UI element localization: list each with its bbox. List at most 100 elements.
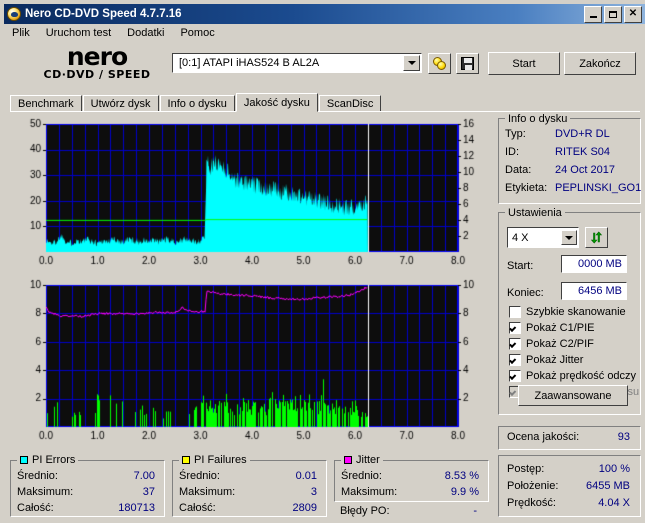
pi-failures-jitter-chart[interactable]	[10, 279, 492, 451]
disc-info-panel: Info o dysku Typ: DVD+R DL ID: RITEK S04…	[498, 113, 641, 204]
nero-logo: nero CD·DVD ∕ SPEED	[32, 44, 162, 85]
checkbox-pokaz-predkosc-odczytu[interactable]: Pokaż prędkość odczy	[509, 370, 636, 382]
jitter-avg-value: 8.53 %	[444, 470, 479, 482]
menu-item-dodatki[interactable]: Dodatki	[119, 26, 172, 40]
jitter-max-label: Maksimum:	[341, 486, 398, 498]
disc-date-value: 24 Oct 2017	[555, 164, 615, 176]
settings-caption: Ustawienia	[505, 207, 565, 219]
pi-errors-stats-panel: PI Errors Średnio: 7.00 Maksimum: 37 Cał…	[10, 454, 165, 517]
checkbox-label: Szybkie skanowanie	[526, 306, 626, 318]
pi-errors-chart[interactable]	[10, 116, 492, 274]
po-errors-row: Błędy PO: -	[340, 505, 485, 517]
pi-errors-max-label: Maksimum:	[17, 486, 74, 498]
position-label: Położenie:	[507, 480, 559, 492]
disc-label-label: Etykieta:	[505, 182, 548, 194]
tab-jakosc-dysku[interactable]: Jakość dysku	[235, 93, 318, 112]
checkbox-pokaz-c1-pie[interactable]: Pokaż C1/PIE	[509, 322, 594, 334]
pi-failures-caption: PI Failures	[194, 454, 247, 466]
speed-select-value: 4 X	[512, 231, 529, 244]
app-window: Nero CD-DVD Speed 4.7.7.16 ✕ Plik Urucho…	[0, 0, 645, 523]
checkbox-box	[509, 338, 521, 350]
tab-utworz-dysk[interactable]: Utwórz dysk	[82, 95, 159, 112]
jitter-avg-label: Średnio:	[341, 470, 382, 482]
end-label: Koniec:	[507, 287, 544, 299]
pi-failures-total-label: Całość:	[179, 502, 216, 514]
position-value: 6455 MB	[585, 480, 630, 492]
minimize-button[interactable]	[584, 5, 602, 23]
checkbox-box	[509, 370, 521, 382]
save-button[interactable]	[456, 53, 479, 74]
disc-id-value: RITEK S04	[555, 146, 611, 158]
charts-area	[10, 116, 492, 451]
end-field[interactable]: 6456 MB	[561, 282, 627, 300]
settings-panel: Ustawienia 4 X Start: 0000 MB Koniec: 64…	[498, 207, 641, 415]
disc-type-value: DVD+R DL	[555, 128, 610, 140]
drive-select-value: [0:1] ATAPI iHAS524 B AL2A	[179, 57, 320, 69]
chevron-down-icon[interactable]	[403, 55, 420, 71]
chevron-down-icon[interactable]	[561, 230, 577, 245]
checkbox-label: Pokaż C1/PIE	[526, 322, 595, 334]
window-controls: ✕	[584, 5, 642, 23]
disc-button[interactable]	[428, 53, 451, 74]
checkbox-pokaz-jitter[interactable]: Pokaż Jitter	[509, 354, 583, 366]
pi-errors-avg-label: Średnio:	[17, 470, 58, 482]
checkbox-pokaz-c2-pif[interactable]: Pokaż C2/PIF	[509, 338, 594, 350]
floppy-save-icon	[461, 57, 474, 70]
start-button[interactable]: Start	[488, 52, 560, 75]
pi-failures-color-swatch	[182, 456, 190, 464]
jitter-caption-wrap: Jitter	[341, 454, 383, 466]
close-button[interactable]: ✕	[624, 5, 642, 23]
disc-id-label: ID:	[505, 146, 520, 158]
quality-score-label: Ocena jakości:	[507, 431, 580, 443]
speed-value: 4.04 X	[598, 497, 630, 509]
progress-value: 100 %	[598, 463, 630, 475]
maximize-button[interactable]	[604, 5, 622, 23]
speed-label: Prędkość:	[507, 497, 556, 509]
jitter-caption: Jitter	[356, 454, 380, 466]
pi-failures-avg-label: Średnio:	[179, 470, 220, 482]
disc-type-label: Typ:	[505, 128, 526, 140]
quit-button[interactable]: Zakończ	[564, 52, 636, 75]
pi-errors-avg-value: 7.00	[133, 470, 155, 482]
pi-errors-total-value: 180713	[118, 502, 155, 514]
start-field[interactable]: 0000 MB	[561, 255, 627, 273]
pi-failures-caption-wrap: PI Failures	[179, 454, 250, 466]
menu-item-uruchom-test[interactable]: Uruchom test	[38, 26, 119, 40]
jitter-color-swatch	[344, 456, 352, 464]
logo-line-2: CD·DVD ∕ SPEED	[43, 68, 151, 81]
po-errors-label: Błędy PO:	[340, 505, 390, 517]
refresh-button[interactable]	[585, 227, 608, 248]
disc-icon	[432, 57, 447, 70]
pi-failures-stats-panel: PI Failures Średnio: 0.01 Maksimum: 3 Ca…	[172, 454, 327, 517]
tab-info-o-dysku[interactable]: Info o dysku	[159, 95, 235, 112]
jitter-stats-panel: Jitter Średnio: 8.53 % Maksimum: 9.9 %	[334, 454, 489, 502]
pi-failures-max-value: 3	[310, 486, 317, 498]
menu-item-pomoc[interactable]: Pomoc	[172, 26, 222, 40]
checkbox-label: Pokaż prędkość odczy	[526, 370, 637, 382]
po-errors-value: -	[473, 505, 477, 517]
tab-underline	[10, 111, 640, 112]
tab-benchmark[interactable]: Benchmark	[10, 95, 82, 112]
quality-score-value: 93	[617, 431, 630, 443]
progress-panel: Postęp: 100 % Położenie: 6455 MB Prędkoś…	[498, 455, 641, 517]
refresh-icon	[590, 231, 603, 244]
title-bar: Nero CD-DVD Speed 4.7.7.16 ✕	[4, 4, 645, 24]
checkbox-szybkie-skanowanie[interactable]: Szybkie skanowanie	[509, 306, 626, 318]
nero-globe-icon	[7, 7, 21, 21]
pi-errors-color-swatch	[20, 456, 28, 464]
checkbox-label: Pokaż C2/PIF	[526, 338, 594, 350]
progress-label: Postęp:	[507, 463, 545, 475]
menu-item-plik[interactable]: Plik	[4, 26, 38, 40]
drive-select[interactable]: [0:1] ATAPI iHAS524 B AL2A	[172, 53, 422, 73]
quality-score-panel: Ocena jakości: 93	[498, 426, 641, 450]
advanced-button[interactable]: Zaawansowane	[518, 385, 628, 406]
checkbox-label: Pokaż Jitter	[526, 354, 584, 366]
speed-select[interactable]: 4 X	[507, 227, 579, 248]
menu-bar: Plik Uruchom test Dodatki Pomoc	[4, 24, 645, 41]
pi-failures-max-label: Maksimum:	[179, 486, 236, 498]
jitter-max-value: 9.9 %	[450, 486, 479, 498]
tab-bar: Benchmark Utwórz dysk Info o dysku Jakoś…	[10, 93, 640, 112]
checkbox-box	[509, 306, 521, 318]
tab-scandisc[interactable]: ScanDisc	[318, 95, 382, 112]
checkbox-box	[509, 354, 521, 366]
